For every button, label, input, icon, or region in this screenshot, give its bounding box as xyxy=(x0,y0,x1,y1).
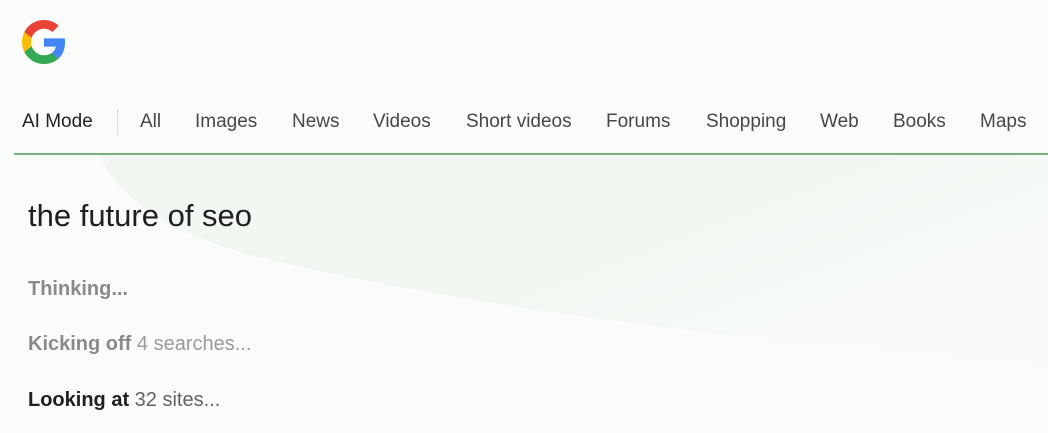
tab-news[interactable]: News xyxy=(292,100,340,144)
status-thinking-text: Thinking... xyxy=(28,278,128,300)
status-kicking-off-count: 4 searches... xyxy=(131,333,252,355)
tab-maps[interactable]: Maps xyxy=(980,100,1026,144)
tab-bar-divider-line xyxy=(14,153,1048,155)
tab-ai-mode[interactable]: AI Mode xyxy=(22,100,93,144)
ai-mode-page: AI Mode All Images News Videos Short vid… xyxy=(0,0,1048,433)
status-looking-at-count: 32 sites... xyxy=(129,389,221,411)
tab-shopping[interactable]: Shopping xyxy=(706,100,786,144)
status-kicking-off: Kicking off 4 searches... xyxy=(28,333,251,356)
status-looking-at: Looking at 32 sites... xyxy=(28,389,220,412)
tab-web[interactable]: Web xyxy=(820,100,859,144)
tab-all[interactable]: All xyxy=(140,100,161,144)
tab-books[interactable]: Books xyxy=(893,100,946,144)
tab-short-videos[interactable]: Short videos xyxy=(466,100,572,144)
query-heading: the future of seo xyxy=(28,198,253,233)
search-tabs: AI Mode All Images News Videos Short vid… xyxy=(0,100,1048,144)
tab-forums[interactable]: Forums xyxy=(606,100,670,144)
tab-videos[interactable]: Videos xyxy=(373,100,431,144)
google-g-logo[interactable] xyxy=(22,20,66,64)
tab-images[interactable]: Images xyxy=(195,100,257,144)
status-thinking: Thinking... xyxy=(28,278,128,301)
tab-divider xyxy=(117,109,118,135)
status-kicking-off-label: Kicking off xyxy=(28,333,132,355)
status-looking-at-label: Looking at xyxy=(28,389,130,411)
